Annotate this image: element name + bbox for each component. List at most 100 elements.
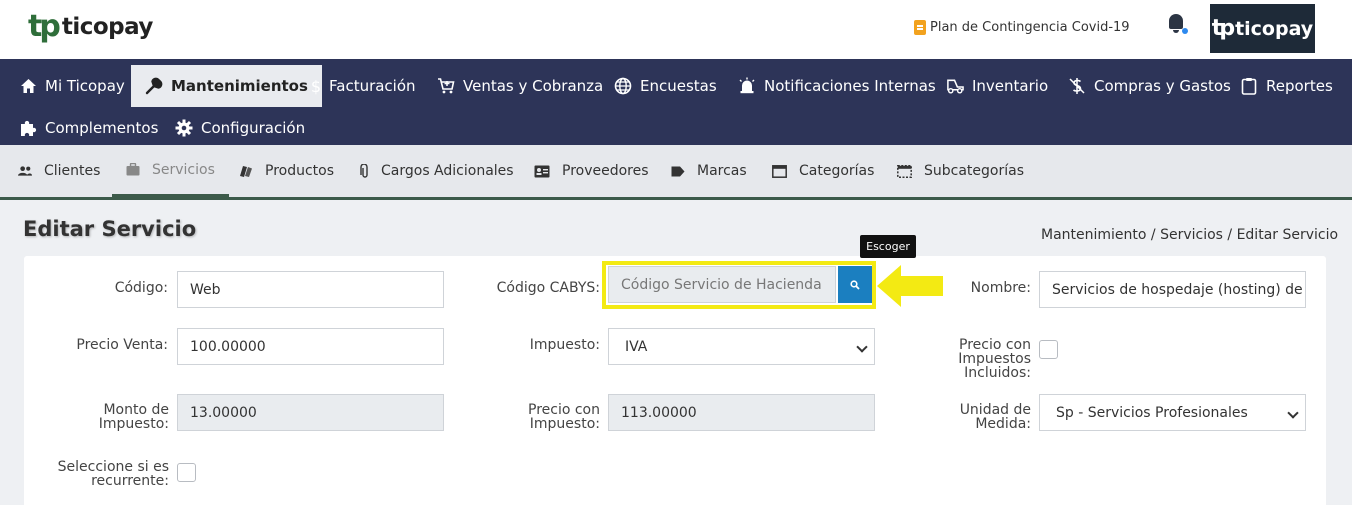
home-icon xyxy=(19,77,37,95)
nombre-input[interactable]: Servicios de hospedaje (hosting) de siti… xyxy=(1039,271,1306,308)
nav-item-label: Inventario xyxy=(972,77,1049,95)
nav-item-label: Facturación xyxy=(329,77,416,95)
recurrente-label-line: recurrente: xyxy=(91,473,169,489)
covid-plan-link[interactable]: Plan de Contingencia Covid-19 xyxy=(914,20,1130,35)
nav-item-notificaciones[interactable]: Notificaciones Internas xyxy=(738,65,936,107)
dashed-window-icon xyxy=(897,164,912,178)
unidad-medida-label-line: Medida: xyxy=(975,416,1031,432)
nav-item-label: Configuración xyxy=(201,119,306,137)
precio-incluidos-label-line: Incluidos: xyxy=(964,365,1031,381)
alarm-icon xyxy=(738,77,756,95)
recurrente-label-line: Seleccione si es xyxy=(57,459,169,475)
cabys-input[interactable]: Código Servicio de Hacienda xyxy=(608,266,836,303)
subnav-item-label: Servicios xyxy=(152,161,215,178)
id-card-icon xyxy=(534,164,550,178)
window-icon xyxy=(772,164,787,178)
nombre-label: Nombre: xyxy=(970,280,1031,296)
gear-icon xyxy=(175,119,193,137)
recurrente-label: Seleccione si es recurrente: xyxy=(40,460,169,488)
tag-icon xyxy=(671,164,685,178)
page-title: Editar Servicio xyxy=(23,217,197,241)
nav-item-compras-gastos[interactable]: Compras y Gastos xyxy=(1068,65,1231,107)
precio-venta-input[interactable]: 100.00000 xyxy=(177,328,444,365)
notifications-bell-icon[interactable] xyxy=(1167,14,1188,34)
monto-impuesto-input[interactable]: 13.00000 xyxy=(177,394,444,431)
boxes-icon xyxy=(239,164,253,178)
nav-item-reportes[interactable]: Reportes xyxy=(1240,65,1333,107)
subnav-item-clientes[interactable]: Clientes xyxy=(18,145,100,197)
subnav-item-proveedores[interactable]: Proveedores xyxy=(534,145,649,197)
nav-item-label: Complementos xyxy=(45,119,159,137)
subnav-item-categorias[interactable]: Categorías xyxy=(772,145,874,197)
nav-item-facturacion[interactable]: $ Facturación xyxy=(311,65,416,107)
briefcase-icon xyxy=(126,163,140,177)
nav-item-label: Compras y Gastos xyxy=(1094,77,1231,95)
cabys-search-button[interactable] xyxy=(838,266,872,303)
clipboard-icon xyxy=(914,20,926,35)
clipboard-icon xyxy=(1240,77,1258,95)
paperclip-icon xyxy=(358,163,372,178)
precio-incluidos-label-line: Impuestos xyxy=(958,351,1031,367)
avatar-logo-mark: tp xyxy=(1211,16,1235,41)
people-icon xyxy=(18,164,32,178)
subnav-item-cargos-adicionales[interactable]: Cargos Adicionales xyxy=(358,145,514,197)
nav-item-complementos[interactable]: Complementos xyxy=(19,107,158,149)
nav-item-mantenimientos[interactable]: Mantenimientos xyxy=(131,65,322,107)
ticopay-logo[interactable]: tp ticopay xyxy=(28,12,153,42)
subnav-item-productos[interactable]: Productos xyxy=(239,145,334,197)
subnav-item-label: Clientes xyxy=(44,163,101,179)
nav-item-label: Encuestas xyxy=(640,77,717,95)
subnav-item-marcas[interactable]: Marcas xyxy=(671,145,747,197)
nav-item-inventario[interactable]: Inventario xyxy=(946,65,1048,107)
nav-item-label: Mi Ticopay xyxy=(45,77,125,95)
subnav-item-servicios[interactable]: Servicios xyxy=(112,145,229,197)
subnav-item-label: Proveedores xyxy=(562,163,649,179)
truck-icon xyxy=(946,77,964,95)
cart-plus-icon xyxy=(437,77,455,95)
cabys-label: Código CABYS: xyxy=(496,280,600,296)
impuesto-select-value: IVA xyxy=(625,338,648,355)
precio-venta-label: Precio Venta: xyxy=(76,337,168,353)
globe-icon xyxy=(614,77,632,95)
nav-item-mi-ticopay[interactable]: Mi Ticopay xyxy=(19,65,125,107)
user-avatar[interactable]: tp ticopay xyxy=(1210,4,1315,53)
recurrente-checkbox[interactable] xyxy=(177,463,196,482)
pointer-arrow-icon xyxy=(877,265,943,307)
monto-impuesto-label-line: Monto de xyxy=(103,402,169,418)
subnav-item-subcategorias[interactable]: Subcategorías xyxy=(897,145,1024,197)
subnav-item-label: Productos xyxy=(265,163,335,179)
logo-text: ticopay xyxy=(61,14,154,40)
precio-incluidos-checkbox[interactable] xyxy=(1039,340,1058,359)
escoger-tooltip: Escoger xyxy=(860,235,916,258)
nav-item-configuracion[interactable]: Configuración xyxy=(175,107,305,149)
nav-item-encuestas[interactable]: Encuestas xyxy=(614,65,717,107)
puzzle-icon xyxy=(19,119,37,137)
nav-item-label: Ventas y Cobranza xyxy=(463,77,604,95)
subnav-item-label: Subcategorías xyxy=(924,163,1024,179)
breadcrumb[interactable]: Mantenimiento / Servicios / Editar Servi… xyxy=(1041,227,1338,243)
precio-incluidos-label-line: Precio con xyxy=(959,337,1031,353)
monto-impuesto-label: Monto de Impuesto: xyxy=(60,403,169,431)
precio-incluidos-label: Precio con Impuestos Incluidos: xyxy=(920,338,1031,380)
impuesto-label: Impuesto: xyxy=(529,337,600,353)
covid-plan-label: Plan de Contingencia Covid-19 xyxy=(930,20,1130,35)
subnav-item-label: Cargos Adicionales xyxy=(381,163,514,179)
search-icon xyxy=(850,275,860,294)
codigo-input[interactable]: Web xyxy=(177,271,444,308)
precio-con-impuesto-input[interactable]: 113.00000 xyxy=(608,394,875,431)
nav-item-ventas-cobranza[interactable]: Ventas y Cobranza xyxy=(437,65,603,107)
dollar-off-icon xyxy=(1068,77,1086,95)
impuesto-select[interactable]: IVA xyxy=(608,328,875,365)
unidad-medida-select-value: Sp - Servicios Profesionales xyxy=(1056,404,1248,421)
dollar-icon: $ xyxy=(310,76,322,96)
logo-mark: tp xyxy=(28,9,61,44)
unidad-medida-label: Unidad de Medida: xyxy=(930,403,1031,431)
unidad-medida-select[interactable]: Sp - Servicios Profesionales xyxy=(1039,394,1306,431)
sub-nav: Clientes Servicios Productos Cargos Adic… xyxy=(0,145,1352,200)
precio-con-impuesto-label-line: Precio con xyxy=(528,402,600,418)
wrench-icon xyxy=(145,77,163,95)
precio-con-impuesto-label: Precio con Impuesto: xyxy=(470,403,600,431)
unidad-medida-label-line: Unidad de xyxy=(959,402,1031,418)
notification-dot xyxy=(1182,28,1188,34)
nav-item-label: Mantenimientos xyxy=(171,77,308,95)
